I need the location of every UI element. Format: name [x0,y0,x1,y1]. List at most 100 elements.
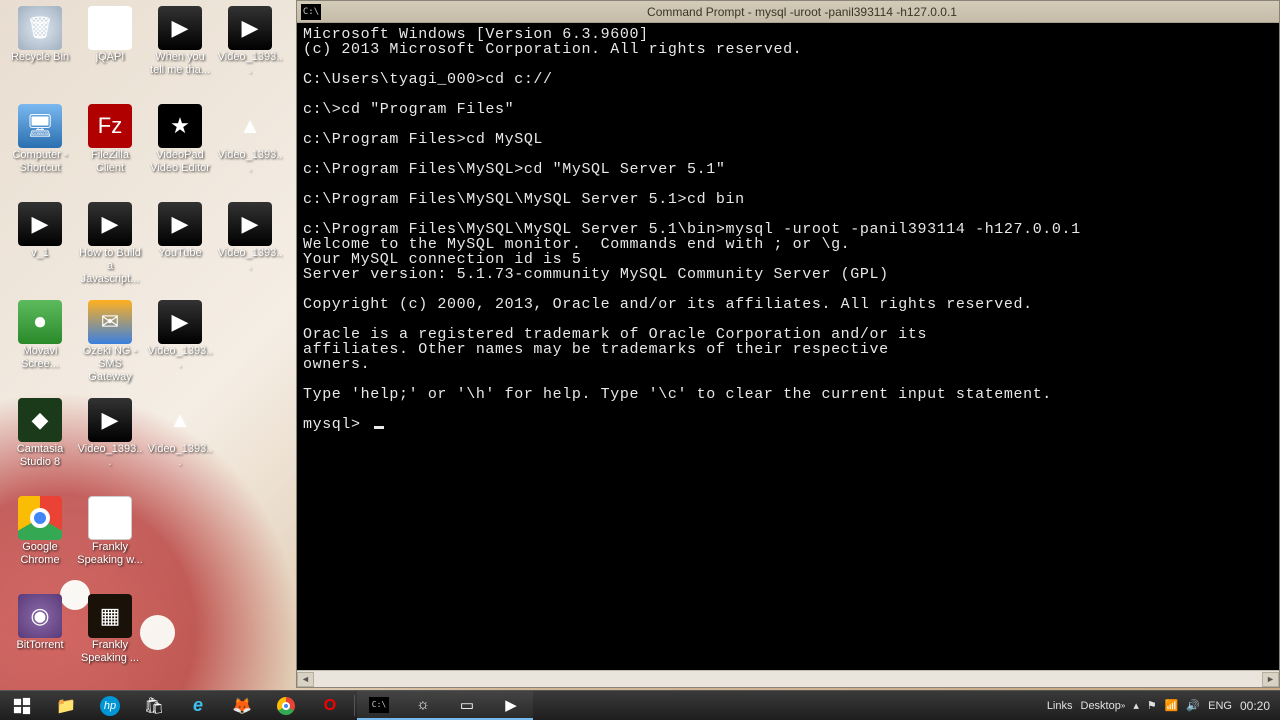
cursor-icon [374,426,384,429]
recycle-bin-icon: 🗑 [18,6,62,50]
taskbar-cmd-task[interactable]: C:\ [357,691,401,720]
video-2-icon: ▲ [228,104,272,148]
desktop-icon-label: YouTube [158,247,201,260]
desktop-icon-label: Recycle Bin [11,51,69,64]
taskbar-separator [354,695,355,716]
desktop-icon-label: Video_1393... [217,51,283,77]
desktop-icon-v1[interactable]: ▶v_1 [6,202,74,298]
desktop-icon-video-3[interactable]: ▶Video_1393... [216,202,284,298]
tray-overflow-icon[interactable]: ▴ [1133,699,1139,712]
desktop: 🗑Recycle BinjQjQAPI▶When you tell me tha… [0,0,290,690]
howto-icon: ▶ [88,202,132,246]
cmd-titlebar[interactable]: C:\ Command Prompt - mysql -uroot -panil… [297,1,1279,23]
chrome-icon [18,496,62,540]
desktop-icon-frankly1[interactable]: Frankly Speaking w... [76,496,144,592]
desktop-icon-when-you[interactable]: ▶When you tell me tha... [146,6,214,102]
desktop-icon-label: VideoPad Video Editor [147,149,213,175]
cmd-system-menu-icon[interactable]: C:\ [301,4,321,20]
when-you-icon: ▶ [158,6,202,50]
frankly1-icon [88,496,132,540]
show-desktop-toolbar[interactable]: Desktop » [1081,700,1126,712]
taskbar: 📁hp🛍e🦊 O C:\☼▭▶ Links Desktop » ▴ ⚑ 📶 🔊 E… [0,690,1280,720]
jqapi-icon: jQ [88,6,132,50]
desktop-icon-label: Google Chrome [7,541,73,567]
command-prompt-window[interactable]: C:\ Command Prompt - mysql -uroot -panil… [296,0,1280,688]
cmd-window-title: Command Prompt - mysql -uroot -panil3931… [325,5,1279,19]
taskbar-app3[interactable]: ▭ [445,691,489,720]
desktop-icon-video-1[interactable]: ▶Video_1393... [216,6,284,102]
network-icon[interactable]: 📶 [1165,699,1179,712]
desktop-icon-chrome[interactable]: Google Chrome [6,496,74,592]
videopad-icon: ★ [158,104,202,148]
desktop-icon-computer[interactable]: 🖥Computer - Shortcut [6,104,74,200]
filezilla-icon: Fz [88,104,132,148]
desktop-icon-label: Ozeki NG - SMS Gateway [77,345,143,384]
desktop-icon-movavi[interactable]: ⏺Movavi Scree... [6,300,74,396]
desktop-icon-label: Frankly Speaking ... [77,639,143,665]
desktop-icon-label: BitTorrent [16,639,63,652]
links-toolbar[interactable]: Links [1047,700,1073,712]
taskbar-store-button[interactable]: 🛍 [132,691,176,720]
taskbar-explorer-button[interactable]: 📁 [44,691,88,720]
cmd-output[interactable]: Microsoft Windows [Version 6.3.9600] (c)… [297,23,1279,670]
desktop-icon-camtasia[interactable]: ◆Camtasia Studio 8 [6,398,74,494]
taskbar-chrome-tb-button[interactable] [264,691,308,720]
taskbar-app2[interactable]: ☼ [401,691,445,720]
frankly2-icon: ▦ [88,594,132,638]
desktop-icon-bittorrent[interactable]: ◉BitTorrent [6,594,74,690]
video-6-icon: ▲ [158,398,202,442]
v1-icon: ▶ [18,202,62,246]
youtube-icon: ▶ [158,202,202,246]
scroll-right-button[interactable]: ► [1262,672,1279,687]
video-3-icon: ▶ [228,202,272,246]
desktop-icon-label: Camtasia Studio 8 [7,443,73,469]
desktop-icon-label: FileZilla Client [77,149,143,175]
desktop-icon-label: Video_1393... [147,443,213,469]
desktop-icon-label: Video_1393... [217,149,283,175]
desktop-icon-label: Video_1393... [147,345,213,371]
movavi-icon: ⏺ [18,300,62,344]
taskbar-hp-button[interactable]: hp [88,691,132,720]
desktop-icon-ozeki[interactable]: ✉Ozeki NG - SMS Gateway [76,300,144,396]
desktop-icon-recycle-bin[interactable]: 🗑Recycle Bin [6,6,74,102]
desktop-icon-label: How to Build a Javascript... [77,247,143,286]
video-5-icon: ▶ [88,398,132,442]
taskbar-firefox-button[interactable]: 🦊 [220,691,264,720]
desktop-icon-label: Video_1393... [217,247,283,273]
volume-icon[interactable]: 🔊 [1186,699,1200,712]
clock[interactable]: 00:20 [1240,699,1270,713]
ozeki-icon: ✉ [88,300,132,344]
desktop-icon-label: v_1 [31,247,49,260]
desktop-icon-video-2[interactable]: ▲Video_1393... [216,104,284,200]
desktop-icon-label: Movavi Scree... [7,345,73,371]
taskbar-ie-button[interactable]: e [176,691,220,720]
desktop-icon-video-4[interactable]: ▶Video_1393... [146,300,214,396]
desktop-icon-frankly2[interactable]: ▦Frankly Speaking ... [76,594,144,690]
camtasia-icon: ◆ [18,398,62,442]
horizontal-scrollbar[interactable]: ◄ ► [297,670,1279,687]
desktop-icon-label: jQAPI [96,51,125,64]
desktop-icon-videopad[interactable]: ★VideoPad Video Editor [146,104,214,200]
desktop-icon-video-6[interactable]: ▲Video_1393... [146,398,214,494]
video-4-icon: ▶ [158,300,202,344]
desktop-icon-label: Computer - Shortcut [7,149,73,175]
mysql-prompt: mysql> [303,416,370,433]
system-tray: Links Desktop » ▴ ⚑ 📶 🔊 ENG 00:20 [1037,691,1280,720]
action-center-icon[interactable]: ⚑ [1147,699,1157,712]
computer-icon: 🖥 [18,104,62,148]
desktop-icon-filezilla[interactable]: FzFileZilla Client [76,104,144,200]
taskbar-app4[interactable]: ▶ [489,691,533,720]
taskbar-start-button[interactable] [0,691,44,720]
desktop-icon-label: When you tell me tha... [147,51,213,77]
taskbar-oracle-button[interactable]: O [308,691,352,720]
scroll-left-button[interactable]: ◄ [297,672,314,687]
language-indicator[interactable]: ENG [1208,700,1232,712]
desktop-icon-label: Frankly Speaking w... [77,541,143,567]
desktop-icon-howto[interactable]: ▶How to Build a Javascript... [76,202,144,298]
scroll-track[interactable] [314,672,1262,687]
video-1-icon: ▶ [228,6,272,50]
desktop-icon-jqapi[interactable]: jQjQAPI [76,6,144,102]
desktop-icon-youtube[interactable]: ▶YouTube [146,202,214,298]
desktop-icon-video-5[interactable]: ▶Video_1393... [76,398,144,494]
desktop-icon-label: Video_1393... [77,443,143,469]
